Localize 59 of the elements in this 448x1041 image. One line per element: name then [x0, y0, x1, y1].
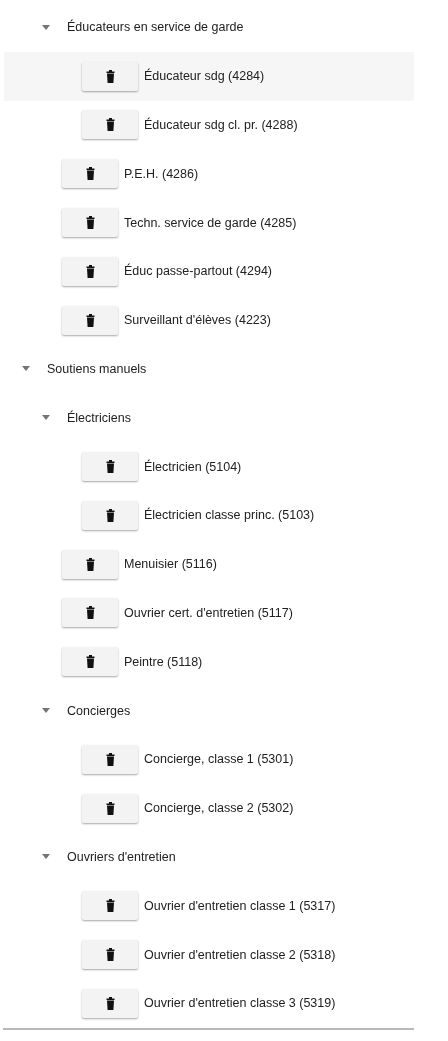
delete-button[interactable]: [82, 891, 138, 921]
trash-icon: [105, 118, 115, 132]
expand-caret-icon[interactable]: [22, 366, 30, 372]
expand-caret-icon[interactable]: [42, 708, 50, 714]
expand-caret-icon[interactable]: [42, 415, 50, 421]
delete-button[interactable]: [62, 305, 118, 335]
tree-group-label[interactable]: Ouvriers d'entretien: [67, 849, 176, 864]
tree-group-label[interactable]: Électriciens: [67, 410, 131, 425]
expand-caret-icon[interactable]: [42, 854, 50, 860]
tree-item-label: P.E.H. (4286): [124, 166, 199, 181]
tree-item-label: Surveillant d'élèves (4223): [124, 313, 271, 328]
trash-icon: [85, 655, 95, 669]
tree-item-label: Éducateur sdg cl. pr. (4288): [144, 118, 298, 132]
trash-icon: [85, 606, 95, 620]
tree-group-label[interactable]: Concierges: [67, 703, 131, 718]
delete-button[interactable]: [82, 940, 138, 970]
trash-icon: [105, 69, 115, 83]
tree-item-label: Éduc passe-partout (4294): [124, 264, 272, 279]
tree-item-label: Concierge, classe 1 (5301): [144, 752, 294, 767]
highlighted-tree-row[interactable]: Éducateur sdg (4284): [4, 51, 414, 101]
delete-button[interactable]: [82, 500, 138, 530]
trash-icon: [85, 313, 95, 327]
delete-button[interactable]: [62, 208, 118, 238]
trash-icon: [105, 899, 115, 913]
tree-item-label: Peintre (5118): [124, 654, 203, 669]
delete-button[interactable]: [62, 159, 118, 189]
trash-icon: [105, 948, 115, 962]
tree-item-label: Ouvrier d'entretien classe 1 (5317): [144, 898, 336, 913]
delete-button[interactable]: [82, 793, 138, 823]
tree-group-label[interactable]: Éducateurs en service de garde: [67, 20, 244, 35]
tree-item-label: Concierge, classe 2 (5302): [144, 801, 294, 816]
tree-item-label: Ouvrier cert. d'entretien (5117): [124, 605, 293, 620]
trash-icon: [105, 752, 115, 766]
delete-button[interactable]: [82, 110, 138, 140]
delete-button[interactable]: [82, 744, 138, 774]
tree-item-label: Ouvrier d'entretien classe 3 (5319): [144, 996, 336, 1011]
tree-item-label: Menuisier (5116): [124, 557, 217, 572]
tree-item-label: Techn. service de garde (4285): [124, 215, 297, 230]
tree-item-label: Électricien (5104): [144, 459, 242, 474]
trash-icon: [85, 264, 95, 278]
trash-icon: [85, 216, 95, 230]
trash-icon: [85, 557, 95, 571]
trash-icon: [105, 801, 115, 815]
delete-button[interactable]: [62, 549, 118, 579]
delete-button[interactable]: [82, 452, 138, 482]
trash-icon: [85, 167, 95, 181]
delete-button[interactable]: [82, 61, 138, 91]
tree-item-label: Électricien classe princ. (5103): [144, 508, 315, 523]
delete-button[interactable]: [82, 988, 138, 1018]
delete-button[interactable]: [62, 647, 118, 677]
tree-item-label: Ouvrier d'entretien classe 2 (5318): [144, 947, 336, 962]
trash-icon: [105, 508, 115, 522]
tree-group-label[interactable]: Soutiens manuels: [47, 361, 147, 376]
tree-item-label: Éducateur sdg (4284): [144, 69, 265, 84]
trash-icon: [105, 996, 115, 1010]
delete-button[interactable]: [62, 598, 118, 628]
expand-caret-icon[interactable]: [42, 24, 50, 30]
trash-icon: [105, 460, 115, 474]
delete-button[interactable]: [62, 256, 118, 286]
